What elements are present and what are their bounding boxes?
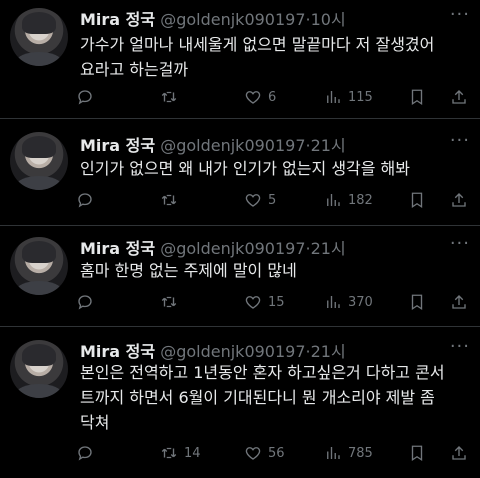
reply-icon — [78, 295, 92, 310]
share-icon — [452, 90, 466, 104]
display-name[interactable]: Mira 정국 — [80, 10, 155, 29]
timestamp[interactable]: ·21시 — [306, 342, 346, 361]
bookmark-button[interactable] — [408, 291, 426, 313]
like-button[interactable]: 6 — [244, 86, 276, 108]
action-bar: 5 182 — [76, 189, 476, 211]
like-button[interactable]: 5 — [244, 189, 276, 211]
tweet-header: Mira 정국 @goldenjk090197·21시 — [80, 132, 346, 156]
avatar[interactable] — [10, 8, 68, 66]
share-icon — [452, 446, 466, 460]
like-button[interactable]: 15 — [244, 291, 285, 313]
tweet-header: Mira 정국 @goldenjk090197·10시 — [80, 6, 346, 30]
retweet-icon — [161, 91, 177, 103]
reply-icon — [78, 90, 92, 105]
views-chart-icon — [327, 447, 340, 459]
reply-button[interactable] — [76, 86, 100, 108]
retweet-button[interactable] — [160, 291, 184, 313]
tweet[interactable]: Mira 정국 @goldenjk090197·21시 ··· 인기가 없으면 … — [0, 118, 480, 226]
bookmark-icon — [411, 445, 423, 462]
views-button[interactable]: 182 — [324, 189, 373, 211]
avatar[interactable] — [10, 132, 68, 190]
tweet-text: 가수가 얼마나 내세울게 없으면 말끝마다 저 잘생겼어 요라고 하는걸까 — [80, 35, 435, 79]
share-button[interactable] — [450, 442, 468, 464]
heart-icon — [245, 296, 261, 309]
views-button[interactable]: 785 — [324, 442, 373, 464]
views-chart-icon — [327, 296, 340, 308]
bookmark-button[interactable] — [408, 86, 426, 108]
bookmark-icon — [411, 192, 423, 209]
share-button[interactable] — [450, 189, 468, 211]
bookmark-icon — [411, 89, 423, 106]
retweet-button[interactable]: 14 — [160, 442, 201, 464]
display-name[interactable]: Mira 정국 — [80, 136, 155, 155]
share-button[interactable] — [450, 86, 468, 108]
retweet-icon — [161, 194, 177, 206]
more-options-icon[interactable]: ··· — [450, 336, 470, 357]
heart-icon — [245, 194, 261, 207]
tweet[interactable]: Mira 정국 @goldenjk090197·21시 ··· 홈마 한명 없는… — [0, 225, 480, 327]
tweet-text: 인기가 없으면 왜 내가 인기가 없는지 생각을 해봐 — [80, 159, 411, 178]
reply-icon — [78, 193, 92, 208]
bookmark-button[interactable] — [408, 189, 426, 211]
views-count: 115 — [348, 89, 373, 105]
share-icon — [452, 295, 466, 309]
more-options-icon[interactable]: ··· — [450, 233, 470, 254]
action-bar: 14 56 785 — [76, 442, 476, 464]
reply-icon — [78, 446, 92, 461]
like-button[interactable]: 56 — [244, 442, 285, 464]
views-chart-icon — [327, 194, 340, 206]
display-name[interactable]: Mira 정국 — [80, 342, 155, 361]
more-options-icon[interactable]: ··· — [450, 4, 470, 25]
share-button[interactable] — [450, 291, 468, 313]
tweet[interactable]: Mira 정국 @goldenjk090197·21시 ··· 본인은 전역하고… — [0, 326, 480, 478]
handle[interactable]: @goldenjk090197 — [160, 239, 305, 258]
heart-icon — [245, 91, 261, 104]
retweet-icon — [161, 447, 177, 459]
share-icon — [452, 193, 466, 207]
timestamp[interactable]: ·21시 — [306, 239, 346, 258]
display-name[interactable]: Mira 정국 — [80, 239, 155, 258]
retweet-icon — [161, 296, 177, 308]
tweet[interactable]: Mira 정국 @goldenjk090197·10시 ··· 가수가 얼마나 … — [0, 0, 480, 119]
like-count: 15 — [268, 294, 285, 310]
retweet-button[interactable] — [160, 86, 184, 108]
views-button[interactable]: 115 — [324, 86, 373, 108]
action-bar: 15 370 — [76, 291, 476, 313]
handle[interactable]: @goldenjk090197 — [160, 136, 305, 155]
avatar[interactable] — [10, 237, 68, 295]
views-count: 182 — [348, 192, 373, 208]
timestamp[interactable]: ·21시 — [306, 136, 346, 155]
views-chart-icon — [327, 91, 340, 103]
views-count: 785 — [348, 445, 373, 461]
tweet-text: 홈마 한명 없는 주제에 말이 많네 — [80, 261, 297, 280]
bookmark-button[interactable] — [408, 442, 426, 464]
views-button[interactable]: 370 — [324, 291, 373, 313]
timestamp[interactable]: ·10시 — [306, 10, 346, 29]
more-options-icon[interactable]: ··· — [450, 130, 470, 151]
views-count: 370 — [348, 294, 373, 310]
action-bar: 6 115 — [76, 86, 476, 108]
like-count: 6 — [268, 89, 277, 105]
tweet-header: Mira 정국 @goldenjk090197·21시 — [80, 338, 346, 362]
reply-button[interactable] — [76, 189, 100, 211]
tweet-header: Mira 정국 @goldenjk090197·21시 — [80, 235, 346, 259]
retweet-button[interactable] — [160, 189, 184, 211]
handle[interactable]: @goldenjk090197 — [160, 10, 305, 29]
reply-button[interactable] — [76, 442, 100, 464]
avatar[interactable] — [10, 340, 68, 398]
like-count: 5 — [268, 192, 277, 208]
retweet-count: 14 — [184, 445, 201, 461]
reply-button[interactable] — [76, 291, 100, 313]
tweet-text: 본인은 전역하고 1년동안 혼자 하고싶은거 다하고 콘서 트까지 하면서 6월… — [80, 363, 445, 432]
handle[interactable]: @goldenjk090197 — [160, 342, 305, 361]
bookmark-icon — [411, 294, 423, 311]
like-count: 56 — [268, 445, 285, 461]
heart-icon — [245, 447, 261, 460]
